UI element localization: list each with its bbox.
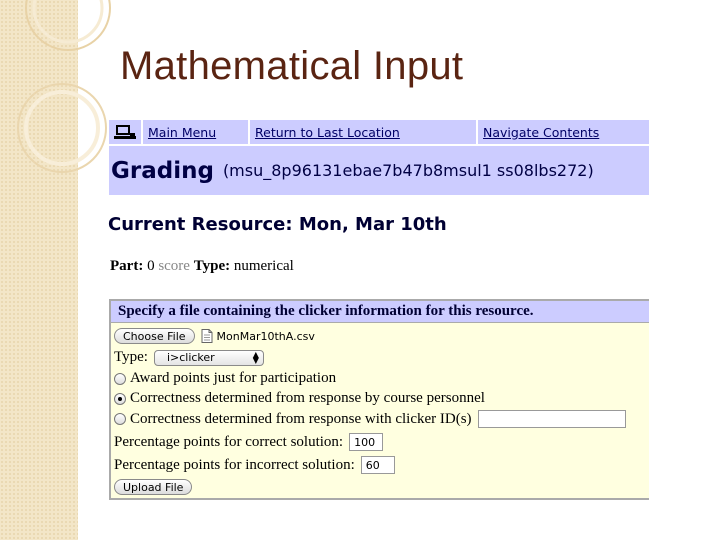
return-last-location-link[interactable]: Return to Last Location xyxy=(250,120,478,144)
radio-clicker-id-label: Correctness determined from response wit… xyxy=(130,410,472,427)
main-menu-link[interactable]: Main Menu xyxy=(143,120,250,144)
type-value: numerical xyxy=(233,258,294,274)
course-id: (msu_8p96131ebae7b47b8msul1 ss08lbs272) xyxy=(222,161,594,180)
type-select-label: Type: xyxy=(114,349,148,365)
part-value: 0 xyxy=(147,258,155,274)
document-icon xyxy=(201,329,213,343)
choose-file-button[interactable]: Choose File xyxy=(114,328,195,344)
select-arrows-icon: ▲ ▼ xyxy=(252,349,259,365)
part-info: Part: 0 score Type: numerical xyxy=(110,258,294,275)
upload-row: Upload File xyxy=(114,479,193,495)
radio-participation-row: Award points just for participation xyxy=(114,370,336,387)
radio-personnel-label: Correctness determined from response by … xyxy=(130,390,485,406)
correct-points-input[interactable]: 100 xyxy=(349,433,384,451)
radio-personnel-row: Correctness determined from response by … xyxy=(114,390,485,407)
part-label: Part: xyxy=(110,258,144,274)
score-label: score xyxy=(158,258,190,274)
navigate-contents-link[interactable]: Navigate Contents xyxy=(478,120,649,144)
computer-icon[interactable] xyxy=(109,120,143,144)
clicker-type-value: i>clicker xyxy=(166,351,215,364)
form-header: Specify a file containing the clicker in… xyxy=(111,301,649,323)
radio-clicker-id-row: Correctness determined from response wit… xyxy=(114,410,626,428)
clicker-id-input[interactable] xyxy=(477,410,626,428)
incorrect-points-label: Percentage points for incorrect solution… xyxy=(114,456,355,473)
selected-file-name: MonMar10thA.csv xyxy=(216,329,315,343)
radio-personnel[interactable] xyxy=(114,392,126,405)
grading-title: Grading xyxy=(111,157,214,184)
type-label: Type: xyxy=(193,258,231,274)
file-row: Choose File MonMar10thA.csv xyxy=(114,328,315,344)
grading-header: Grading (msu_8p96131ebae7b47b8msul1 ss08… xyxy=(109,146,649,195)
incorrect-points-input[interactable]: 60 xyxy=(360,456,395,474)
current-resource-heading: Current Resource: Mon, Mar 10th xyxy=(108,214,447,235)
clicker-upload-form: Specify a file containing the clicker in… xyxy=(109,299,649,500)
clicker-type-select[interactable]: i>clicker ▲ ▼ xyxy=(153,349,264,366)
type-row: Type: i>clicker ▲ ▼ xyxy=(114,349,264,366)
radio-participation[interactable] xyxy=(114,372,126,385)
radio-participation-label: Award points just for participation xyxy=(130,370,337,386)
correct-points-row: Percentage points for correct solution: … xyxy=(114,433,384,451)
radio-clicker-id[interactable] xyxy=(114,413,126,425)
correct-points-label: Percentage points for correct solution: xyxy=(114,433,344,450)
incorrect-points-row: Percentage points for incorrect solution… xyxy=(114,456,395,474)
slide-title: Mathematical Input xyxy=(120,44,464,88)
nav-bar: Main Menu Return to Last Location Naviga… xyxy=(109,120,649,144)
upload-file-button[interactable]: Upload File xyxy=(114,479,193,495)
